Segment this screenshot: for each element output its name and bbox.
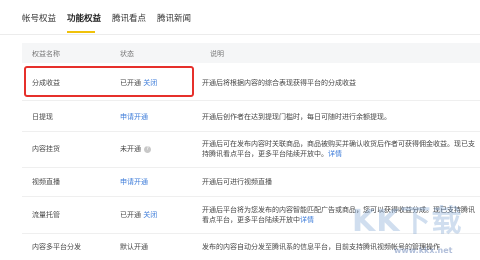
active-tab-indicator bbox=[67, 31, 95, 33]
tab-feature-benefits[interactable]: 功能权益 bbox=[67, 12, 101, 24]
details-link[interactable]: 详情 bbox=[300, 216, 314, 224]
highlight-box bbox=[24, 66, 194, 97]
header-description: 说明 bbox=[210, 50, 224, 58]
benefit-description: 开通后将根据内容的综合表现获得平台的分成收益 bbox=[202, 79, 356, 87]
table-row: 日提现 申请开通 开通后创作者在达到提现门槛时，每日可随时进行余额提现。 bbox=[22, 100, 480, 132]
watermark-logo: KK下载 bbox=[352, 204, 463, 239]
benefit-description: 开通后可在发布内容时关联商品，商品被购买并确认收货后作者可获得佣金收益。现已支持… bbox=[202, 140, 475, 158]
tab-tencent-news[interactable]: 腾讯新闻 bbox=[157, 12, 191, 24]
status-text: 未开通 bbox=[120, 145, 141, 153]
table-header: 权益名称 状态 说明 bbox=[22, 43, 480, 63]
benefit-name: 日提现 bbox=[32, 113, 53, 121]
benefit-name: 流量托管 bbox=[32, 211, 60, 219]
status-text: 默认开通 bbox=[120, 243, 148, 251]
status-text: 已开通 bbox=[120, 211, 141, 219]
benefit-name: 内容挂货 bbox=[32, 145, 60, 153]
benefit-name: 内容多平台分发 bbox=[32, 243, 81, 251]
apply-link[interactable]: 申请开通 bbox=[120, 112, 148, 122]
benefit-description: 开通后可进行视频直播 bbox=[202, 178, 272, 186]
help-icon[interactable]: ? bbox=[144, 145, 151, 153]
close-link[interactable]: 关闭 bbox=[143, 211, 157, 219]
header-status: 状态 bbox=[120, 50, 134, 58]
tab-account-benefits[interactable]: 帐号权益 bbox=[22, 12, 56, 24]
benefit-description: 开通后创作者在达到提现门槛时，每日可随时进行余额提现。 bbox=[202, 113, 391, 121]
table-row: 视频直播 申请开通 开通后可进行视频直播 bbox=[22, 167, 480, 197]
benefit-name: 视频直播 bbox=[32, 178, 60, 186]
header-name: 权益名称 bbox=[32, 50, 60, 58]
tab-tencent-kandian[interactable]: 腾讯看点 bbox=[112, 12, 146, 24]
apply-link[interactable]: 申请开通 bbox=[120, 177, 148, 187]
details-link[interactable]: 详情 bbox=[328, 150, 342, 158]
watermark-url: www.kkx.net bbox=[394, 246, 453, 255]
table-row: 内容挂货 未开通? 开通后可在发布内容时关联商品，商品被购买并确认收货后作者可获… bbox=[22, 131, 480, 168]
tab-bar: 帐号权益 功能权益 腾讯看点 腾讯新闻 bbox=[0, 0, 480, 35]
